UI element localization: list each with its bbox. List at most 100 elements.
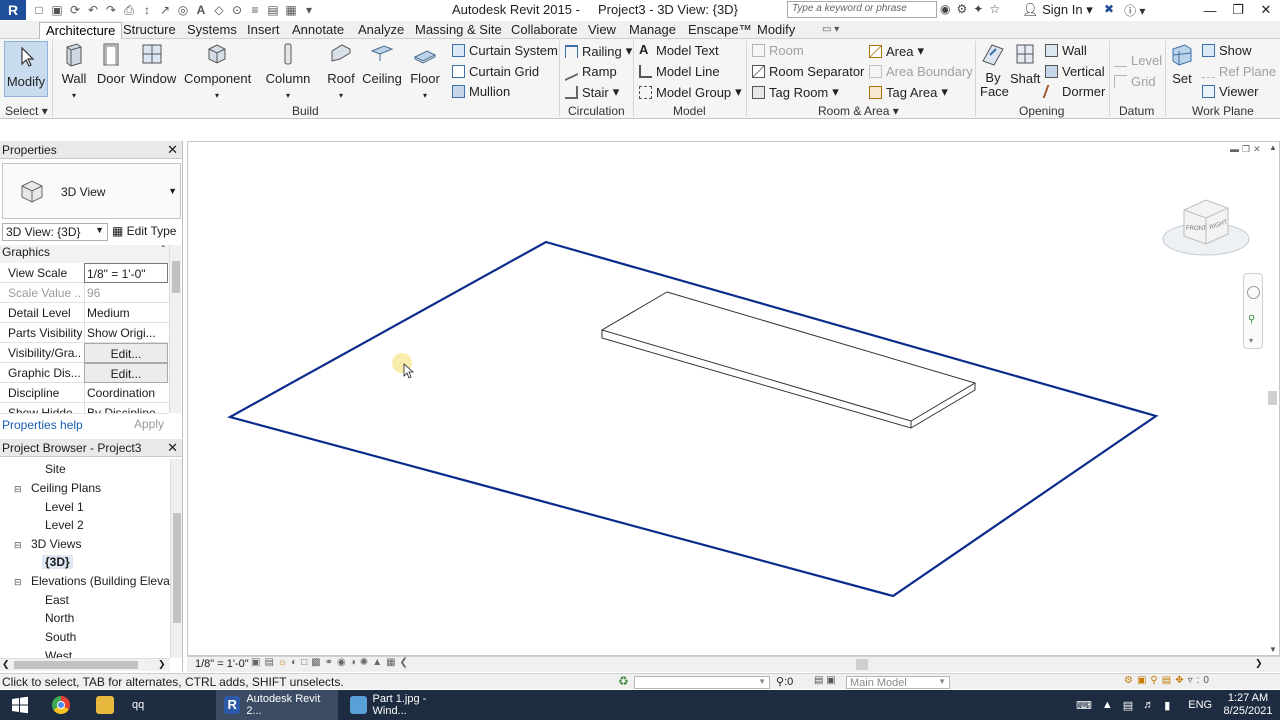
graphic-display-edit-button[interactable]: Edit...	[84, 363, 168, 383]
close-icon[interactable]: ✕	[167, 440, 178, 456]
switch-windows-icon[interactable]: ▦	[284, 3, 298, 17]
window-button[interactable]: Window	[130, 41, 176, 86]
stair-button[interactable]: Stair ▾	[565, 84, 619, 100]
tree-item-site[interactable]: Site	[45, 462, 66, 476]
view-minimize-icon[interactable]: ▬	[1230, 144, 1242, 154]
floor-slab[interactable]	[600, 291, 977, 429]
model-line-button[interactable]: Model Line	[639, 64, 720, 79]
grid-button[interactable]: Grid	[1114, 74, 1156, 89]
parts-visibility-field[interactable]: Show Origi...	[84, 323, 168, 343]
tree-item-3d[interactable]: {3D}	[42, 555, 73, 569]
room-button[interactable]: Room	[752, 43, 804, 58]
maximize-button[interactable]: ❐	[1224, 0, 1252, 20]
3d-viewport[interactable]: FRONT RIGHT	[187, 141, 1280, 656]
tag-icon[interactable]: ◎	[176, 3, 190, 17]
tree-item-west[interactable]: West	[45, 649, 72, 658]
communication-icon[interactable]: ✦	[973, 2, 983, 16]
discipline-field[interactable]: Coordination	[84, 383, 168, 403]
collapse-toggle-icon[interactable]: ⊟	[14, 540, 22, 551]
section-icon[interactable]: ⊙	[230, 3, 244, 17]
viewer-button[interactable]: Viewer	[1202, 84, 1259, 99]
visual-style-icon[interactable]: ▤	[264, 657, 277, 668]
ramp-button[interactable]: Ramp	[565, 61, 617, 82]
ref-plane-button[interactable]: Ref Plane	[1202, 64, 1276, 79]
show-work-plane-button[interactable]: Show	[1202, 43, 1252, 58]
design-option-selector[interactable]: Main Model ▼	[846, 676, 950, 689]
tree-item-east[interactable]: East	[45, 593, 69, 607]
minimize-button[interactable]: —	[1196, 0, 1224, 20]
detail-level-field[interactable]: Medium	[84, 303, 168, 323]
floor-button[interactable]: Floor ▾	[408, 41, 442, 101]
help-icon[interactable]: ⓘ ▾	[1124, 2, 1145, 19]
clock[interactable]: 1:27 AM 8/25/2021	[1222, 692, 1274, 718]
design-options-icons[interactable]: ▤ ▣	[814, 675, 836, 686]
model-canvas[interactable]: FRONT RIGHT	[188, 142, 1280, 657]
search-input[interactable]: Type a keyword or phrase	[787, 1, 937, 18]
redo-icon[interactable]: ↷	[104, 3, 118, 17]
tab-insert[interactable]: Insert	[241, 22, 286, 39]
modify-button[interactable]: Modify	[4, 41, 48, 97]
curtain-grid-button[interactable]: Curtain Grid	[452, 64, 539, 79]
vertical-opening-button[interactable]: Vertical	[1045, 64, 1105, 79]
tab-enscape[interactable]: Enscape™	[682, 22, 758, 39]
tree-item-3d-views[interactable]: 3D Views	[31, 537, 81, 551]
tab-massing-site[interactable]: Massing & Site	[409, 22, 508, 39]
drag-elements-icon[interactable]: ✥	[1175, 675, 1187, 686]
browser-scrollbar[interactable]	[170, 459, 182, 658]
scroll-down-icon[interactable]: ▼	[1269, 645, 1277, 654]
component-button[interactable]: Component ▾	[184, 41, 251, 101]
browser-horizontal-scrollbar[interactable]: ❮ ❯	[0, 658, 170, 671]
input-language[interactable]: ENG	[1188, 699, 1212, 711]
floor-boundary[interactable]	[227, 240, 1159, 598]
crop-region-icon[interactable]: □	[301, 657, 311, 668]
collapse-toggle-icon[interactable]: ⊟	[14, 484, 22, 495]
text-icon[interactable]: A	[194, 3, 208, 17]
tab-structure[interactable]: Structure	[117, 22, 182, 39]
application-menu-button[interactable]: R	[0, 0, 26, 20]
model-group-button[interactable]: Model Group ▾	[639, 84, 742, 100]
shaft-button[interactable]: Shaft	[1010, 41, 1040, 86]
level-button[interactable]: Level	[1114, 53, 1162, 68]
room-separator-button[interactable]: Room Separator	[752, 64, 864, 79]
battery-icon[interactable]: ▮	[1164, 699, 1170, 712]
keyboard-icon[interactable]: ⌨	[1076, 699, 1092, 712]
by-face-button[interactable]: By Face	[980, 41, 1009, 99]
tab-architecture[interactable]: Architecture	[39, 22, 123, 39]
view-scroll-left-icon[interactable]: ❮	[400, 657, 412, 668]
viewport-scrollbar[interactable]: ▲ ▼	[1266, 141, 1279, 656]
type-selector[interactable]: 3D View ▼	[2, 163, 181, 219]
collapse-icon[interactable]: ˆ	[162, 245, 165, 256]
tree-item-south[interactable]: South	[45, 630, 76, 644]
worksets-icon[interactable]: ♻	[618, 674, 629, 688]
print-icon[interactable]: ⎙	[122, 3, 136, 18]
subscription-icon[interactable]: ⚙	[956, 2, 967, 16]
close-hidden-icon[interactable]: ▤	[266, 3, 280, 17]
file-explorer-taskbar-button[interactable]: qq	[88, 690, 152, 720]
area-button[interactable]: Area ▾	[869, 43, 924, 59]
scroll-thumb[interactable]	[1268, 391, 1277, 405]
undo-icon[interactable]: ↶	[86, 3, 100, 17]
sun-path-icon[interactable]: ☼	[278, 657, 291, 668]
instance-selector[interactable]: 3D View: {3D} ▼	[2, 223, 108, 241]
tab-annotate[interactable]: Annotate	[286, 22, 350, 39]
wall-button[interactable]: Wall ▾	[58, 41, 90, 101]
dimension-icon[interactable]: ↗	[158, 3, 172, 17]
ribbon-minimize-toggle[interactable]: ▭ ▾	[816, 22, 845, 39]
close-button[interactable]: ✕	[1252, 0, 1280, 20]
scroll-thumb[interactable]	[173, 513, 181, 623]
area-boundary-button[interactable]: Area Boundary	[869, 64, 973, 79]
start-button[interactable]	[0, 690, 40, 720]
revit-taskbar-button[interactable]: R Autodesk Revit 2...	[216, 690, 338, 720]
shadows-icon[interactable]: ◐	[291, 657, 301, 668]
volume-icon[interactable]: ♬	[1143, 699, 1154, 711]
scroll-up-icon[interactable]: ▲	[1269, 143, 1277, 152]
filter-icon[interactable]: ▿	[1188, 675, 1197, 686]
curtain-system-button[interactable]: Curtain System	[452, 43, 558, 58]
set-work-plane-button[interactable]: Set	[1168, 41, 1196, 86]
column-button[interactable]: Column ▾	[264, 41, 312, 101]
workset-selector[interactable]: ▼	[634, 676, 770, 689]
favorites-icon[interactable]: ☆	[989, 2, 1000, 16]
properties-help-link[interactable]: Properties help	[2, 418, 83, 432]
highlight-displacement-icon[interactable]: ▲	[372, 657, 386, 668]
apply-button[interactable]: Apply	[134, 417, 164, 431]
